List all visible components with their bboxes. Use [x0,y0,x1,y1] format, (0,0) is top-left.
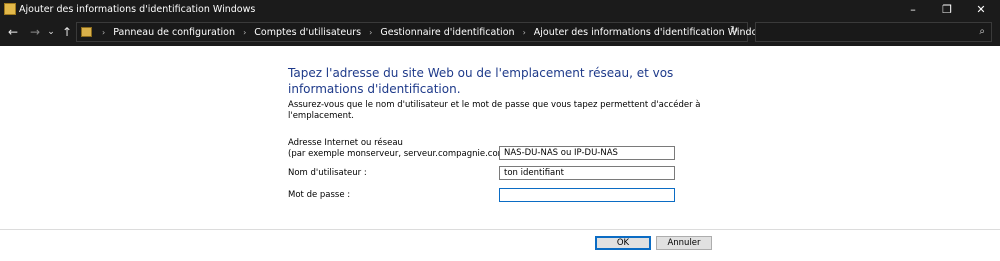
minimize-button[interactable]: – [898,0,928,19]
password-field[interactable] [499,188,675,202]
up-icon[interactable]: ↑ [60,23,74,41]
breadcrumb[interactable]: › Panneau de configuration › Comptes d'u… [76,22,789,42]
forward-icon[interactable]: → [28,23,42,41]
refresh-icon[interactable]: ↻ [730,24,738,38]
page-title: Tapez l'adresse du site Web ou de l'empl… [288,66,674,96]
cancel-button[interactable]: Annuler [656,236,712,250]
breadcrumb-item-credential-manager[interactable]: Gestionnaire d'identification [380,27,514,38]
breadcrumb-item-control-panel[interactable]: Panneau de configuration [113,27,235,38]
control-panel-icon [81,27,92,37]
search-input[interactable]: ⌕ [755,22,992,42]
back-icon[interactable]: ← [6,23,20,41]
title-bar: Ajouter des informations d'identificatio… [0,0,1000,19]
window-title: Ajouter des informations d'identificatio… [19,4,256,15]
breadcrumb-separator-icon: › [369,28,373,37]
maximize-button[interactable]: ❐ [932,0,962,19]
breadcrumb-separator-icon: › [243,28,247,37]
close-button[interactable]: ✕ [966,0,996,19]
address-label: Adresse Internet ou réseau [288,138,403,148]
breadcrumb-separator-icon: › [102,28,106,37]
username-field[interactable] [499,166,675,180]
search-icon: ⌕ [979,26,985,37]
password-label: Mot de passe : [288,190,351,200]
breadcrumb-separator-icon: › [522,28,526,37]
username-label: Nom d'utilisateur : [288,168,367,178]
address-field[interactable] [499,146,675,160]
divider [0,229,1000,230]
recent-locations-icon[interactable]: ⌄ [44,23,58,41]
breadcrumb-item-user-accounts[interactable]: Comptes d'utilisateurs [254,27,361,38]
ok-button[interactable]: OK [595,236,651,250]
address-example-label: (par exemple monserveur, serveur.compagn… [288,149,515,159]
credential-manager-icon [4,3,16,15]
address-bar: ← → ⌄ ↑ › Panneau de configuration › Com… [0,19,1000,46]
page-description: Assurez-vous que le nom d'utilisateur et… [288,100,701,121]
